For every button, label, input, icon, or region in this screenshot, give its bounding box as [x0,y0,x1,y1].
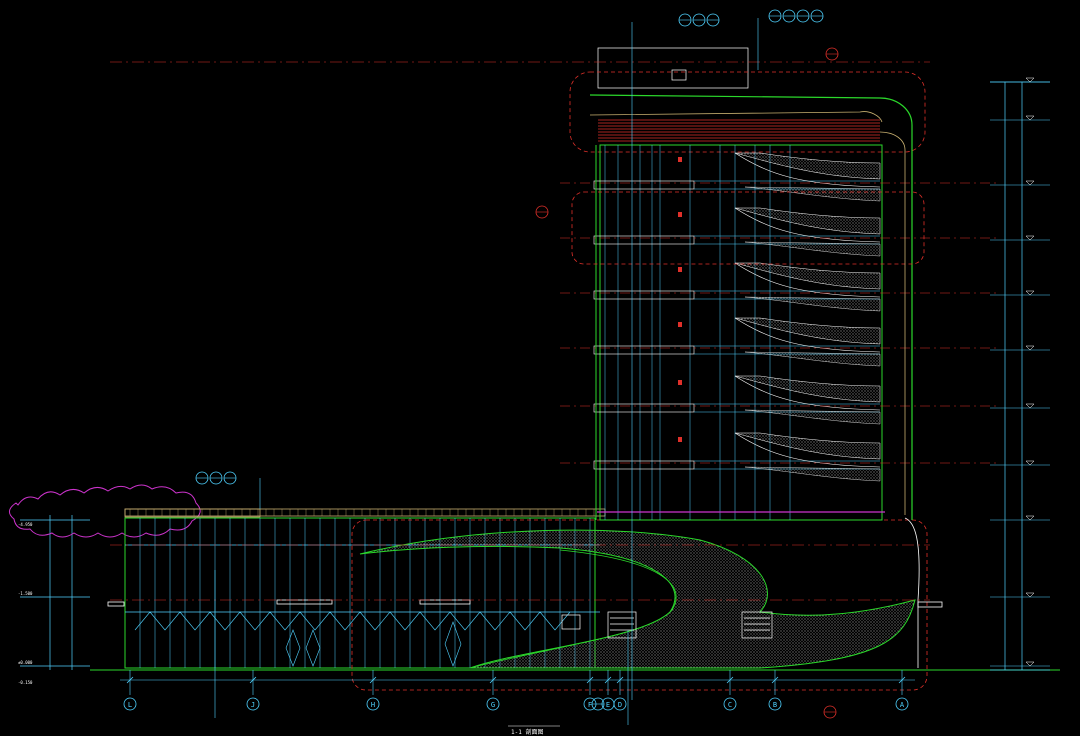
elevation-marker [1025,180,1035,186]
fin-upper [734,375,881,403]
exit-marker [678,380,682,385]
exit-marker [678,267,682,272]
elevation-marker [1025,115,1035,121]
rooftop-plant [597,47,749,89]
floor-slab [593,235,695,245]
grid-bubble-label: B [773,701,777,709]
elevation-marker [1025,345,1035,351]
elevation-marker [1025,661,1035,667]
floor-slab [593,290,695,300]
floor-slab [593,460,695,470]
podium-right-cap [904,517,920,668]
grid-bubble-label: A [900,701,905,709]
grid-bubble-label: E [606,701,610,709]
grid-bubble-label: H [371,701,375,709]
fin-upper [734,262,881,290]
tower [560,47,1000,521]
roof-red-lines [598,119,880,142]
exit-marker [678,437,682,442]
fin-lower [744,186,881,202]
grid-bubble-label: C [728,701,732,709]
fin-lower [744,409,881,425]
exit-marker [678,157,682,162]
svg-text:-1.500: -1.500 [18,591,33,596]
podium-section-markers [107,599,471,607]
elevation-marker [1025,235,1035,241]
floor-slab [593,345,695,355]
exit-marker [678,212,682,217]
svg-text:-0.150: -0.150 [18,680,33,685]
podium-roof-band [124,508,606,517]
revision-cloud [9,484,201,538]
fin-upper [734,317,881,345]
elevation-marker [1025,403,1035,409]
elevation-marker [1025,290,1035,296]
right-dimension-chain [990,81,1050,671]
elevation-marker [1025,460,1035,466]
fin-lower [744,351,881,367]
fin-upper [734,432,881,460]
grid-bubble-label: G [491,701,495,709]
grid-bubble-label: D [618,701,622,709]
grid-bubble-label: J [251,701,255,709]
svg-text:-4.950: -4.950 [18,522,33,527]
left-elevation-texts: -4.950 -1.500 ±0.000 -0.150 [18,522,33,685]
tower-floors [560,152,1000,482]
fin-lower [744,241,881,257]
fin-upper [734,207,881,235]
elevation-marker [1025,515,1035,521]
fin-lower [744,466,881,482]
elevation-marker [1025,77,1035,83]
grid-bubble-label: F [588,701,592,709]
roof-dashed-outline [569,71,926,153]
floor-slab [593,180,695,190]
elevation-marker [1025,592,1035,598]
svg-text:±0.000: ±0.000 [18,660,33,665]
exit-marker [678,322,682,327]
drawing-title: 1-1 剖面图 [511,728,543,736]
bottom-dimensions [120,676,915,684]
fin-lower [744,296,881,312]
floor-slab [593,403,695,413]
grid-bubble-label: L [128,701,132,709]
hatched-sweep [359,529,916,669]
fin-upper [734,152,881,180]
right-elevation-marks [990,77,1050,667]
cad-section-drawing: -4.950 -1.500 ±0.000 -0.150 L J H G F E … [9,9,1060,736]
